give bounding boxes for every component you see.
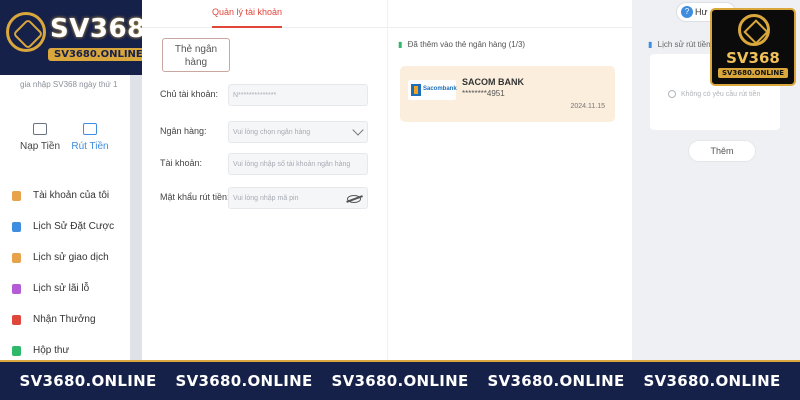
sidebar-item-bet-history[interactable]: Lịch Sử Đặt Cược bbox=[12, 211, 114, 242]
pin-input[interactable]: Vui lòng nhập mã pin bbox=[228, 187, 368, 209]
join-info: gia nhập SV368 ngày thứ 1 bbox=[20, 80, 118, 89]
card-icon bbox=[83, 123, 97, 135]
sidebar-item-rewards[interactable]: Nhận Thưởng bbox=[12, 304, 114, 335]
sacombank-icon bbox=[411, 84, 421, 96]
deposit-label: Nạp Tiền bbox=[19, 141, 61, 152]
logo-emblem-icon bbox=[738, 14, 770, 46]
sidebar-item-transactions[interactable]: Lịch sử giao dịch bbox=[12, 242, 114, 273]
bank-card-name: SACOM BANK bbox=[462, 77, 524, 87]
sidebar-item-label: Hộp thư bbox=[33, 345, 70, 356]
headset-icon bbox=[668, 90, 676, 98]
tab-account-management[interactable]: Quản lý tài khoản bbox=[212, 7, 283, 28]
footer-url: SV3680.ONLINE bbox=[487, 372, 625, 390]
sidebar-scrollbar[interactable] bbox=[130, 75, 142, 360]
history-empty: Không có yêu cầu rút tiền bbox=[668, 90, 760, 98]
history-title: ▮ Lịch sử rút tiền bbox=[648, 40, 711, 49]
sidebar: gia nhập SV368 ngày thứ 1 Nạp Tiền Rút T… bbox=[0, 75, 130, 360]
withdraw-label: Rút Tiền bbox=[71, 141, 109, 152]
sidebar-item-label: Nhận Thưởng bbox=[33, 314, 96, 325]
added-banks-section: ▮ Đã thêm vào thẻ ngân hàng (1/3) Sacomb… bbox=[387, 0, 632, 360]
bank-card-tab[interactable]: Thẻ ngân hàng bbox=[162, 38, 230, 72]
account-label: Tài khoản: bbox=[160, 158, 203, 168]
holder-field[interactable]: N************** bbox=[228, 84, 368, 106]
brand-logo[interactable]: SV368 SV3680.ONLINE bbox=[6, 6, 156, 66]
sidebar-item-label: Lịch sử lãi lỗ bbox=[33, 283, 90, 294]
logo-emblem-icon bbox=[6, 12, 46, 52]
gift-icon bbox=[12, 314, 21, 325]
sidebar-item-label: Lịch Sử Đặt Cược bbox=[33, 221, 115, 232]
bank-placeholder: Vui lòng chọn ngân hàng bbox=[233, 129, 311, 136]
pin-placeholder: Vui lòng nhập mã pin bbox=[233, 195, 299, 202]
brand-url: SV3680.ONLINE bbox=[48, 48, 149, 61]
footer-url: SV3680.ONLINE bbox=[19, 372, 157, 390]
sidebar-item-account[interactable]: Tài khoản của tôi bbox=[12, 180, 114, 211]
holder-row: Chủ tài khoản: N************** bbox=[160, 84, 370, 106]
bank-select[interactable]: Vui lòng chọn ngân hàng bbox=[228, 121, 368, 143]
bank-card-date: 2024.11.15 bbox=[570, 103, 605, 110]
bank-label: Ngân hàng: bbox=[160, 126, 207, 136]
mail-icon bbox=[12, 345, 21, 356]
page: SV368 SV3680.ONLINE gia nhập SV368 ngày … bbox=[0, 0, 800, 400]
bank-card[interactable]: Sacombank SACOM BANK ********4951 2024.1… bbox=[400, 66, 615, 122]
list-icon bbox=[12, 221, 21, 232]
sidebar-menu: Tài khoản của tôi Lịch Sử Đặt Cược Lịch … bbox=[12, 180, 114, 366]
chevron-down-icon bbox=[352, 124, 364, 136]
footer-url: SV3680.ONLINE bbox=[331, 372, 469, 390]
holder-label: Chủ tài khoản: bbox=[160, 89, 219, 99]
badge-name: SV368 bbox=[726, 49, 780, 67]
account-row: Tài khoản: Vui lòng nhập số tài khoản ng… bbox=[160, 153, 370, 175]
badge-url: SV3680.ONLINE bbox=[718, 68, 788, 78]
bullet-icon: ▮ bbox=[648, 40, 653, 49]
added-count: (1/3) bbox=[508, 40, 526, 49]
bank-row: Ngân hàng: Vui lòng chọn ngân hàng bbox=[160, 121, 370, 143]
chart-icon bbox=[12, 283, 21, 294]
sidebar-item-label: Tài khoản của tôi bbox=[33, 190, 110, 201]
more-button[interactable]: Thêm bbox=[688, 140, 756, 162]
eye-hidden-icon[interactable] bbox=[347, 195, 361, 203]
sacombank-logo: Sacombank bbox=[408, 80, 457, 100]
wallet-icon bbox=[33, 123, 47, 135]
footer-url: SV3680.ONLINE bbox=[643, 372, 781, 390]
receipt-icon bbox=[12, 252, 21, 263]
sidebar-item-label: Lịch sử giao dịch bbox=[33, 252, 109, 263]
withdraw-button[interactable]: Rút Tiền bbox=[60, 123, 120, 152]
sidebar-item-profit-loss[interactable]: Lịch sử lãi lỗ bbox=[12, 273, 114, 304]
footer-banner: SV3680.ONLINE SV3680.ONLINE SV3680.ONLIN… bbox=[0, 360, 800, 400]
footer-url: SV3680.ONLINE bbox=[175, 372, 313, 390]
user-icon bbox=[12, 190, 21, 201]
pin-label: Mật khẩu rút tiền: bbox=[160, 192, 230, 202]
bank-card-number: ********4951 bbox=[462, 89, 505, 98]
sv368-badge: SV368 SV3680.ONLINE bbox=[710, 8, 796, 86]
added-banks-title: ▮ Đã thêm vào thẻ ngân hàng (1/3) bbox=[398, 40, 526, 49]
brand-name: SV368 bbox=[50, 14, 146, 44]
account-input[interactable]: Vui lòng nhập số tài khoản ngân hàng bbox=[228, 153, 368, 175]
bullet-icon: ▮ bbox=[398, 40, 403, 49]
main-panel: Quản lý tài khoản Thẻ ngân hàng Chủ tài … bbox=[142, 0, 632, 360]
pin-row: Mật khẩu rút tiền: Vui lòng nhập mã pin bbox=[160, 187, 370, 209]
